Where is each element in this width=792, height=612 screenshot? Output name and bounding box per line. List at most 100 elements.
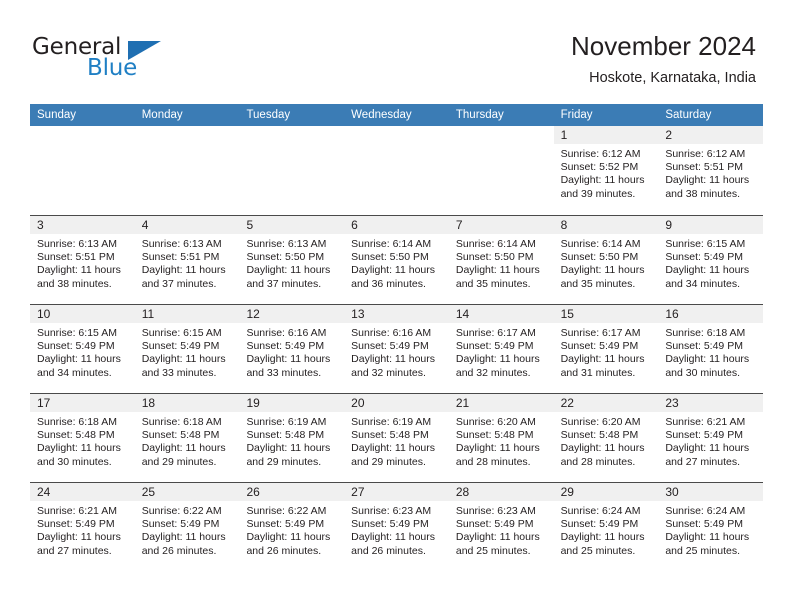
- day-cell[interactable]: 18 Sunrise: 6:18 AM Sunset: 5:48 PM Dayligh…: [134, 394, 240, 482]
- day-number: 22: [560, 396, 574, 410]
- day-cell[interactable]: 15 Sunrise: 6:17 AM Sunset: 5:49 PM Dayligh…: [553, 305, 659, 393]
- sunrise-text: Sunrise: 6:20 AM: [560, 416, 641, 428]
- sunrise-text: Sunrise: 6:13 AM: [246, 238, 327, 250]
- day-number-band: 16: [658, 305, 764, 323]
- day-number: 6: [351, 218, 358, 232]
- day-number-band: 1: [553, 126, 659, 144]
- day-details: Sunrise: 6:16 AM Sunset: 5:49 PM Daylight:…: [344, 323, 449, 380]
- day-number-band: [344, 126, 449, 144]
- daylight-text-line1: Daylight: 11 hours: [665, 442, 750, 455]
- day-number-band: 15: [553, 305, 659, 323]
- day-cell[interactable]: 22 Sunrise: 6:20 AM Sunset: 5:48 PM Dayligh…: [553, 394, 659, 482]
- daylight-text-line2: and 35 minutes.: [455, 277, 531, 290]
- day-number-band: 20: [344, 394, 449, 412]
- sunrise-text: Sunrise: 6:21 AM: [37, 505, 117, 517]
- sunset-text: Sunset: 5:51 PM: [37, 251, 115, 264]
- day-number: 23: [665, 396, 679, 410]
- day-details: Sunrise: 6:23 AM Sunset: 5:49 PM Daylight:…: [449, 501, 554, 558]
- day-number: 15: [560, 307, 574, 321]
- sunrise-text: Sunrise: 6:15 AM: [665, 238, 746, 250]
- sunset-text: Sunset: 5:51 PM: [141, 251, 220, 264]
- day-cell[interactable]: 17 Sunrise: 6:18 AM Sunset: 5:48 PM Dayligh…: [30, 394, 135, 482]
- sunrise-text: Sunrise: 6:24 AM: [665, 505, 746, 517]
- day-cell[interactable]: 27 Sunrise: 6:23 AM Sunset: 5:49 PM Dayligh…: [344, 483, 449, 571]
- day-cell[interactable]: 29 Sunrise: 6:24 AM Sunset: 5:49 PM Dayligh…: [553, 483, 659, 571]
- day-number-band: [30, 126, 135, 144]
- sunrise-text: Sunrise: 6:21 AM: [665, 416, 746, 428]
- daylight-text-line2: and 27 minutes.: [37, 544, 112, 557]
- day-cell[interactable]: 21 Sunrise: 6:20 AM Sunset: 5:48 PM Dayligh…: [448, 394, 554, 482]
- general-blue-logo[interactable]: General Blue: [32, 36, 222, 88]
- day-cell[interactable]: 24 Sunrise: 6:21 AM Sunset: 5:49 PM Dayligh…: [30, 483, 135, 571]
- day-number: 20: [351, 396, 365, 410]
- day-cell[interactable]: 10 Sunrise: 6:15 AM Sunset: 5:49 PM Dayligh…: [30, 305, 135, 393]
- day-number-band: 2: [658, 126, 764, 144]
- sunrise-text: Sunrise: 6:16 AM: [246, 327, 327, 339]
- daylight-text-line2: and 38 minutes.: [37, 277, 112, 290]
- logo-text-blue: Blue: [87, 55, 138, 81]
- day-number-band: 13: [344, 305, 449, 323]
- day-cell[interactable]: 12 Sunrise: 6:16 AM Sunset: 5:49 PM Dayligh…: [239, 305, 345, 393]
- day-number: 4: [141, 218, 149, 232]
- day-cell[interactable]: 26 Sunrise: 6:22 AM Sunset: 5:49 PM Dayligh…: [239, 483, 345, 571]
- day-details: Sunrise: 6:20 AM Sunset: 5:48 PM Daylight:…: [554, 412, 659, 469]
- day-cell[interactable]: 6 Sunrise: 6:14 AM Sunset: 5:50 PM Daylight…: [344, 216, 449, 304]
- day-number-band: 19: [239, 394, 345, 412]
- day-cell[interactable]: 30 Sunrise: 6:24 AM Sunset: 5:49 PM Dayligh…: [658, 483, 764, 571]
- day-cell[interactable]: 14 Sunrise: 6:17 AM Sunset: 5:49 PM Dayligh…: [448, 305, 554, 393]
- day-number-band: 10: [30, 305, 135, 323]
- calendar-page: General Blue November 2024 Hoskote, Karn…: [0, 0, 792, 612]
- daylight-text-line1: Daylight: 11 hours: [560, 174, 645, 187]
- day-number: 24: [37, 485, 51, 499]
- sunrise-text: Sunrise: 6:15 AM: [141, 327, 222, 339]
- day-cell[interactable]: 9 Sunrise: 6:15 AM Sunset: 5:49 PM Daylight…: [658, 216, 764, 304]
- day-cell[interactable]: 28 Sunrise: 6:23 AM Sunset: 5:49 PM Dayligh…: [448, 483, 554, 571]
- day-cell[interactable]: 1 Sunrise: 6:12 AM Sunset: 5:52 PM Daylight…: [553, 126, 659, 215]
- day-details: Sunrise: 6:14 AM Sunset: 5:50 PM Daylight:…: [344, 234, 449, 291]
- day-details: Sunrise: 6:21 AM Sunset: 5:49 PM Daylight:…: [30, 501, 135, 558]
- day-cell[interactable]: 19 Sunrise: 6:19 AM Sunset: 5:48 PM Dayligh…: [239, 394, 345, 482]
- day-number: 25: [141, 485, 156, 499]
- location-subtitle: Hoskote, Karnataka, India: [589, 70, 756, 86]
- day-cell[interactable]: 20 Sunrise: 6:19 AM Sunset: 5:48 PM Dayligh…: [344, 394, 449, 482]
- page-header: General Blue November 2024 Hoskote, Karn…: [0, 0, 792, 86]
- day-cell[interactable]: 2 Sunrise: 6:12 AM Sunset: 5:51 PM Daylight…: [658, 126, 764, 215]
- day-number-band: 6: [344, 216, 449, 234]
- daylight-text-line2: and 25 minutes.: [560, 544, 636, 557]
- day-cell[interactable]: 7 Sunrise: 6:14 AM Sunset: 5:50 PM Daylight…: [448, 216, 554, 304]
- day-cell[interactable]: 23 Sunrise: 6:21 AM Sunset: 5:49 PM Dayligh…: [658, 394, 764, 482]
- day-details: Sunrise: 6:15 AM Sunset: 5:49 PM Daylight:…: [30, 323, 135, 380]
- weekday-header-sunday: Sunday: [37, 109, 77, 121]
- sunset-text: Sunset: 5:49 PM: [141, 518, 220, 531]
- week-row: 24 Sunrise: 6:21 AM Sunset: 5:49 PM Dayligh…: [30, 482, 764, 571]
- sunset-text: Sunset: 5:49 PM: [246, 340, 325, 353]
- day-number-band: 12: [239, 305, 345, 323]
- day-cell[interactable]: 4 Sunrise: 6:13 AM Sunset: 5:51 PM Daylight…: [134, 216, 240, 304]
- day-number-band: 8: [553, 216, 659, 234]
- sunset-text: Sunset: 5:49 PM: [455, 518, 534, 531]
- sunset-text: Sunset: 5:48 PM: [37, 429, 115, 442]
- day-cell-empty: [448, 126, 554, 215]
- daylight-text-line2: and 36 minutes.: [351, 277, 426, 290]
- day-cell[interactable]: 13 Sunrise: 6:16 AM Sunset: 5:49 PM Dayligh…: [344, 305, 449, 393]
- day-cell[interactable]: 11 Sunrise: 6:15 AM Sunset: 5:49 PM Dayligh…: [134, 305, 240, 393]
- daylight-text-line1: Daylight: 11 hours: [246, 353, 331, 366]
- day-cell[interactable]: 3 Sunrise: 6:13 AM Sunset: 5:51 PM Daylight…: [30, 216, 135, 304]
- day-number-band: [449, 126, 554, 144]
- daylight-text-line1: Daylight: 11 hours: [141, 353, 226, 366]
- sunrise-text: Sunrise: 6:22 AM: [141, 505, 222, 517]
- weekday-header-friday: Friday: [560, 109, 593, 121]
- day-cell-empty: [239, 126, 345, 215]
- day-number-band: 26: [239, 483, 345, 501]
- daylight-text-line1: Daylight: 11 hours: [665, 264, 750, 277]
- day-number: 3: [37, 218, 44, 232]
- daylight-text-line1: Daylight: 11 hours: [37, 442, 121, 455]
- day-cell[interactable]: 16 Sunrise: 6:18 AM Sunset: 5:49 PM Dayligh…: [658, 305, 764, 393]
- day-cell[interactable]: 8 Sunrise: 6:14 AM Sunset: 5:50 PM Daylight…: [553, 216, 659, 304]
- day-cell[interactable]: 5 Sunrise: 6:13 AM Sunset: 5:50 PM Daylight…: [239, 216, 345, 304]
- day-cell[interactable]: 25 Sunrise: 6:22 AM Sunset: 5:49 PM Dayligh…: [134, 483, 240, 571]
- sunset-text: Sunset: 5:48 PM: [246, 429, 325, 442]
- day-number-band: 3: [30, 216, 135, 234]
- day-number: 28: [455, 485, 470, 499]
- sunset-text: Sunset: 5:49 PM: [455, 340, 534, 353]
